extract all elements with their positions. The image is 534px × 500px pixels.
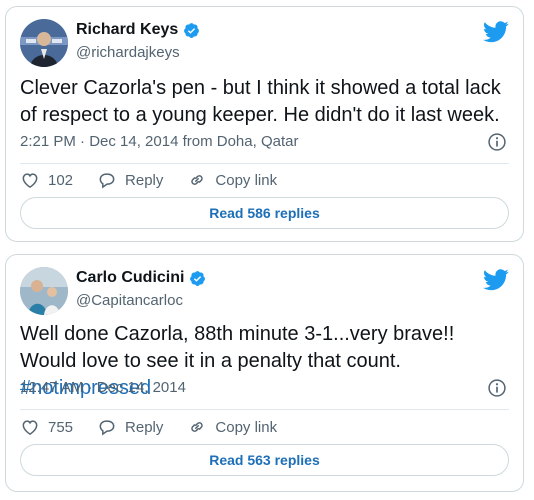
reply-label: Reply [125,418,164,436]
like-button[interactable]: 755 [20,417,73,437]
verified-badge-icon [190,270,206,286]
read-replies-button[interactable]: Read 586 replies [20,197,509,229]
like-count: 102 [48,171,74,189]
reply-label: Reply [125,171,164,189]
copy-link-label: Copy link [215,418,278,436]
reply-button[interactable]: Reply [97,417,163,437]
chain-link-icon [191,175,204,185]
heart-icon [22,173,38,188]
chain-link-icon [191,422,204,432]
tweet-card-carlo-cudicini: Carlo Cudicini @Capitancarloc Well done … [5,254,524,492]
avatar[interactable] [20,267,68,315]
like-button[interactable]: 102 [20,170,73,190]
twitter-bird-icon[interactable] [483,269,509,291]
tweet-timestamp[interactable]: 12:47 AM · Dec 14, 2014 [20,379,186,396]
copy-link-button[interactable]: Copy link [187,170,277,190]
twitter-bird-icon[interactable] [483,21,509,43]
info-icon[interactable] [487,132,507,152]
display-name[interactable]: Carlo Cudicini [76,269,184,287]
verified-badge-icon [184,22,200,38]
tweet-card-richard-keys: Richard Keys @richardajkeys Clever Cazor… [5,6,524,242]
user-handle[interactable]: @richardajkeys [76,44,180,61]
tweet-actions: 755 Reply Copy link [20,417,301,437]
read-replies-button[interactable]: Read 563 replies [20,444,509,476]
divider [20,409,509,410]
copy-link-label: Copy link [215,171,278,189]
tweet-timestamp[interactable]: 2:21 PM · Dec 14, 2014 from Doha, Qatar [20,133,298,150]
avatar[interactable] [20,19,68,67]
heart-icon [22,420,38,435]
tweet-actions: 102 Reply Copy link [20,170,301,190]
tweet-text-body: Well done Cazorla, 88th minute 3-1...ver… [20,323,455,372]
like-count: 755 [48,418,74,436]
info-icon[interactable] [487,378,507,398]
tweet-text: Clever Cazorla's pen - but I think it sh… [20,77,501,126]
display-name[interactable]: Richard Keys [76,21,178,39]
reply-button[interactable]: Reply [97,170,163,190]
speech-bubble-icon [99,420,115,436]
user-handle[interactable]: @Capitancarloc [76,292,183,309]
divider [20,163,509,164]
copy-link-button[interactable]: Copy link [187,417,277,437]
speech-bubble-icon [99,173,115,189]
